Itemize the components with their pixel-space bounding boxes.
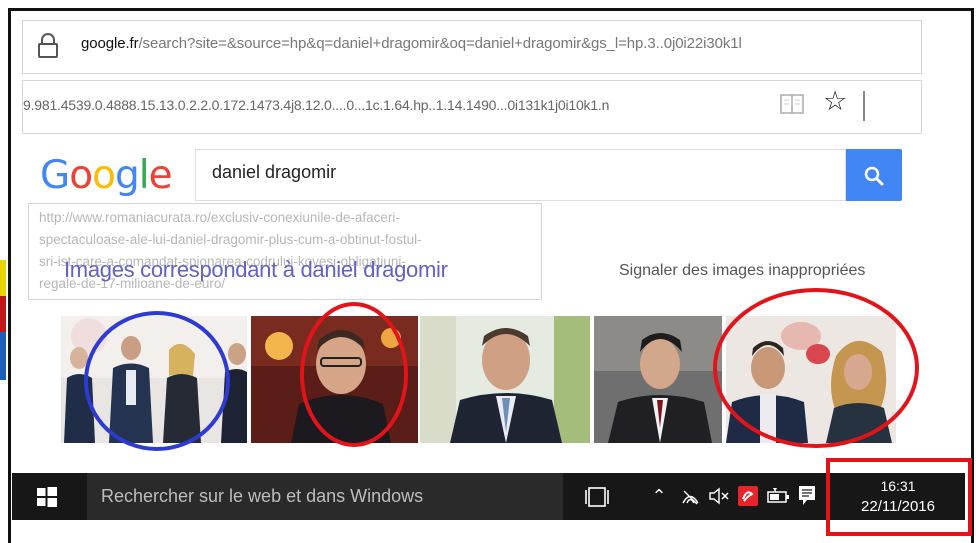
star-icon[interactable]: ☆ bbox=[823, 86, 847, 116]
battery-icon[interactable] bbox=[766, 487, 790, 505]
search-button[interactable] bbox=[846, 149, 902, 201]
taskbar-clock[interactable]: 16:31 22/11/2016 bbox=[838, 477, 958, 516]
url-path: /search?site=&source=hp&q=daniel+dragomi… bbox=[138, 35, 742, 52]
portrait-photo bbox=[594, 316, 722, 443]
lock-icon bbox=[38, 33, 58, 58]
wifi-icon[interactable] bbox=[680, 486, 700, 506]
portrait-photo bbox=[251, 316, 418, 443]
chevron-up-icon[interactable]: ⌃ bbox=[650, 485, 668, 507]
address-bar[interactable]: google.fr/search?site=&source=hp&q=danie… bbox=[22, 20, 922, 74]
image-result-3[interactable] bbox=[420, 316, 590, 443]
report-images-link[interactable]: Signaler des images inappropriées bbox=[619, 262, 865, 280]
clock-time: 16:31 bbox=[880, 478, 916, 494]
background-window-strip bbox=[0, 260, 6, 380]
google-logo[interactable]: Google bbox=[40, 150, 173, 202]
taskbar-search-placeholder: Rechercher sur le web et dans Windows bbox=[101, 486, 424, 506]
notifications-icon[interactable] bbox=[798, 485, 816, 507]
address-bar-continuation[interactable]: 9.981.4539.0.4888.15.13.0.2.2.0.172.1473… bbox=[22, 80, 922, 134]
suggestion-line-2: spectaculoase-ale-lui-daniel-dragomir-pl… bbox=[39, 232, 422, 247]
image-result-4[interactable] bbox=[594, 316, 722, 443]
taskbar-search-box[interactable]: Rechercher sur le web et dans Windows bbox=[87, 473, 563, 520]
group-photo bbox=[61, 316, 247, 443]
url-domain: google.fr bbox=[81, 35, 139, 52]
search-input[interactable]: daniel dragomir bbox=[195, 149, 846, 201]
suggestion-line-1: http://www.romaniacurata.ro/exclusiv-con… bbox=[39, 210, 400, 225]
url-suggestion-popup[interactable]: http://www.romaniacurata.ro/exclusiv-con… bbox=[28, 203, 542, 300]
image-result-2[interactable] bbox=[251, 316, 418, 443]
couple-photo bbox=[726, 316, 896, 443]
task-view-icon[interactable] bbox=[585, 487, 609, 507]
toolbar-divider bbox=[863, 91, 865, 121]
image-result-5[interactable] bbox=[726, 316, 896, 443]
url-text[interactable]: google.fr/search?site=&source=hp&q=danie… bbox=[81, 35, 742, 52]
portrait-photo bbox=[420, 316, 590, 443]
clock-date: 22/11/2016 bbox=[861, 498, 935, 515]
reading-view-icon[interactable] bbox=[780, 93, 804, 115]
image-result-1[interactable] bbox=[61, 316, 247, 443]
search-icon bbox=[864, 166, 884, 186]
search-input-value: daniel dragomir bbox=[212, 162, 337, 182]
images-heading-link[interactable]: Images correspondant à daniel dragomir bbox=[64, 257, 448, 283]
volume-muted-icon[interactable] bbox=[708, 487, 730, 505]
url-continuation: 9.981.4539.0.4888.15.13.0.2.2.0.172.1473… bbox=[23, 97, 610, 113]
windows-taskbar: Rechercher sur le web et dans Windows ⌃ … bbox=[12, 473, 965, 520]
windows-icon[interactable] bbox=[37, 487, 57, 507]
app-red-icon[interactable] bbox=[738, 486, 758, 506]
